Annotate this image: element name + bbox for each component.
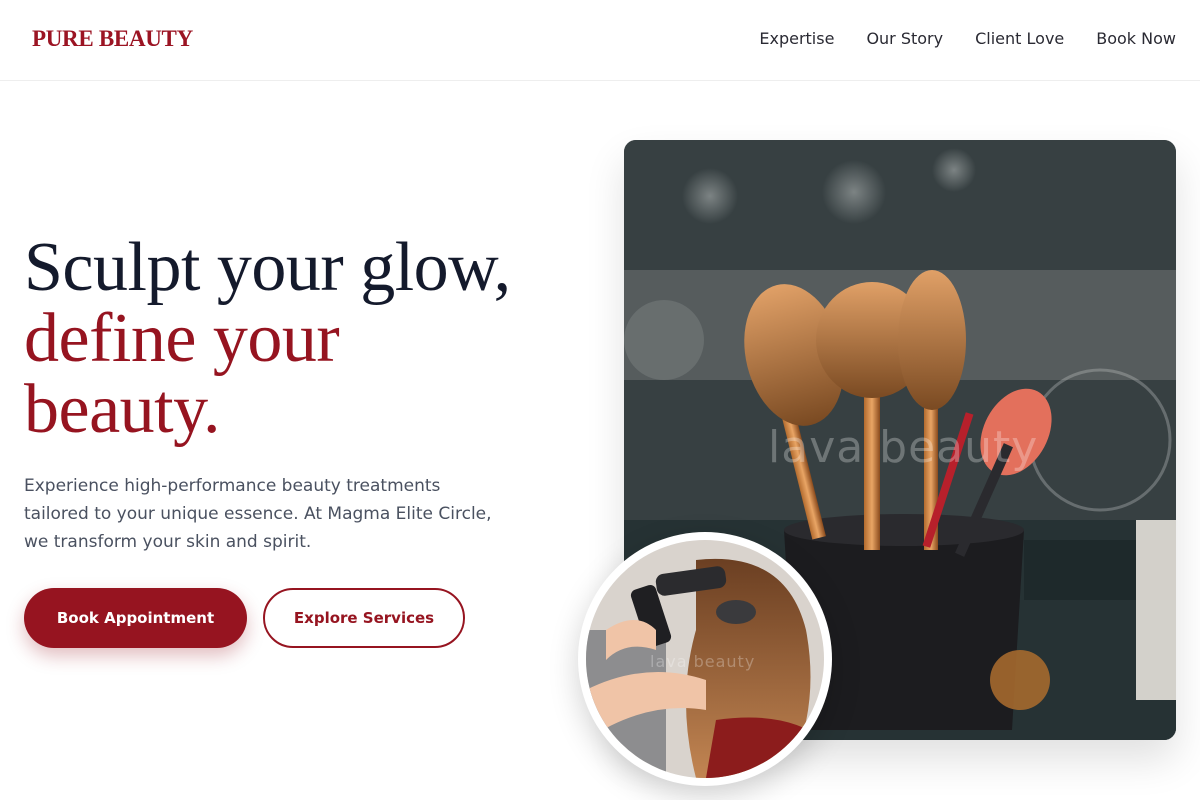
top-navbar: PURE BEAUTY Expertise Our Story Client L…: [0, 0, 1200, 81]
hero-title-line-1: Sculpt your glow,: [24, 229, 511, 306]
nav-links: Expertise Our Story Client Love Book Now: [759, 29, 1176, 48]
hero-title: Sculpt your glow, define your beauty.: [24, 232, 584, 445]
brand-logo[interactable]: PURE BEAUTY: [32, 26, 193, 52]
nav-link-book-now[interactable]: Book Now: [1096, 29, 1176, 48]
hero-subtitle: Experience high-performance beauty treat…: [24, 476, 492, 552]
circle-image-watermark: lava beauty: [650, 652, 756, 671]
hair-styling-photo-frame: lava beauty: [578, 532, 832, 786]
hero-title-line-2: define your: [24, 300, 340, 377]
nav-link-client-love[interactable]: Client Love: [975, 29, 1064, 48]
explore-services-button[interactable]: Explore Services: [263, 588, 465, 648]
nav-link-our-story[interactable]: Our Story: [866, 29, 943, 48]
main-image-watermark: lava beauty: [768, 422, 1039, 473]
hero-title-line-3: beauty.: [24, 371, 221, 448]
nav-link-expertise[interactable]: Expertise: [759, 29, 834, 48]
book-appointment-button[interactable]: Book Appointment: [24, 588, 247, 648]
